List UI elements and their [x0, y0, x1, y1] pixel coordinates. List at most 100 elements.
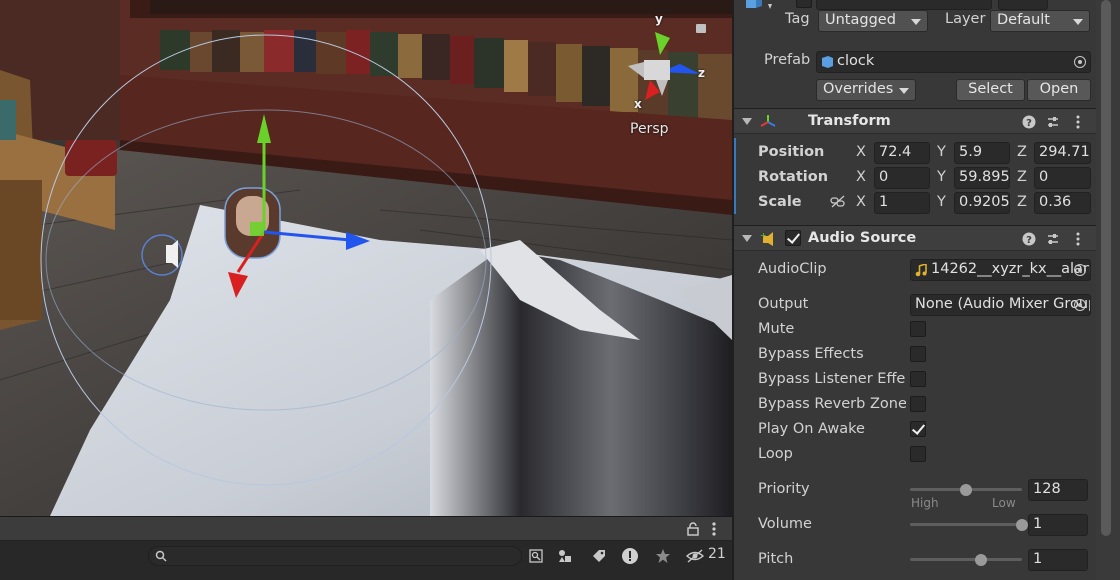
static-field[interactable] [998, 0, 1048, 10]
gameobject-name-field[interactable] [816, 0, 992, 10]
gizmo-z-label[interactable]: z [698, 66, 705, 80]
lock-icon[interactable] [686, 522, 700, 536]
transform-axes-icon [760, 115, 776, 127]
volume-slider-track[interactable] [910, 523, 1022, 526]
transform-header[interactable]: Transform ? [734, 108, 1120, 134]
persp-label[interactable]: Persp [630, 121, 669, 137]
priority-field[interactable]: 128 [1028, 479, 1088, 501]
audio-clip-icon [915, 264, 927, 277]
search-input[interactable] [148, 546, 522, 566]
pitch-field[interactable]: 1 [1028, 549, 1088, 571]
hidden-eye-icon[interactable] [684, 546, 706, 566]
mute-checkbox[interactable] [910, 321, 926, 337]
bypass-listener-effects-label: Bypass Listener Effects [758, 371, 906, 387]
scale-label: Scale [758, 194, 802, 210]
preset-sliders-icon[interactable] [1046, 115, 1060, 129]
audio-source-title: Audio Source [808, 230, 917, 246]
rotation-x-axis[interactable]: X [856, 169, 866, 185]
output-value: None (Audio Mixer Group) [915, 296, 1091, 312]
position-x-field[interactable]: 72.4 [874, 142, 930, 164]
loop-label: Loop [758, 446, 793, 462]
label-tag-icon[interactable] [588, 546, 610, 566]
scale-x-field[interactable]: 1 [874, 192, 930, 214]
prefab-value: clock [837, 53, 875, 69]
rotation-z-axis[interactable]: Z [1017, 169, 1027, 185]
gameobject-cube-icon [746, 0, 772, 9]
hidden-count: 21 [708, 546, 726, 562]
help-icon[interactable]: ? [1022, 115, 1036, 129]
bypass-reverb-zones-checkbox[interactable] [910, 396, 926, 412]
rotation-y-axis[interactable]: Y [937, 169, 946, 185]
inspector-panel: Tag Untagged Layer Default Prefab clock … [732, 0, 1120, 580]
scale-z-field[interactable]: 0.36 [1034, 192, 1091, 214]
rotation-x-field[interactable]: 0 [874, 167, 930, 189]
pitch-slider-track[interactable] [910, 558, 1022, 561]
position-label: Position [758, 144, 825, 160]
warning-icon[interactable] [619, 546, 641, 566]
overrides-dropdown[interactable]: Overrides [816, 79, 916, 101]
scale-z-axis[interactable]: Z [1017, 194, 1027, 210]
rotation-y-field[interactable]: 59.895 [954, 167, 1010, 189]
bypass-effects-checkbox[interactable] [910, 346, 926, 362]
tag-dropdown[interactable]: Untagged [818, 10, 928, 32]
search-by-type-icon[interactable] [525, 546, 547, 566]
scene-render [0, 0, 732, 516]
position-y-axis[interactable]: Y [937, 144, 946, 160]
object-picker-icon[interactable] [1074, 264, 1086, 276]
more-options-icon[interactable] [708, 522, 720, 536]
scene-view[interactable]: Persp y z x [0, 0, 732, 516]
scale-x-axis[interactable]: X [856, 194, 866, 210]
layer-value: Default [997, 12, 1050, 28]
bypass-reverb-zones-label: Bypass Reverb Zones [758, 396, 906, 412]
prefab-cube-icon [822, 56, 833, 68]
preset-sliders-icon[interactable] [1046, 232, 1060, 246]
prefab-field[interactable]: clock [816, 51, 1091, 73]
search-icon [155, 550, 167, 562]
select-button[interactable]: Select [956, 79, 1025, 101]
favorite-star-icon[interactable] [652, 546, 674, 566]
scale-y-axis[interactable]: Y [937, 194, 946, 210]
audioclip-field[interactable]: 14262__xyzr_kx__alarm [910, 259, 1091, 281]
position-z-axis[interactable]: Z [1017, 144, 1027, 160]
rotation-label: Rotation [758, 169, 829, 185]
position-z-field[interactable]: 294.71 [1034, 142, 1091, 164]
layer-dropdown[interactable]: Default [990, 10, 1090, 32]
play-on-awake-checkbox[interactable] [910, 421, 926, 437]
gizmo-x-label[interactable]: x [634, 97, 642, 111]
inspector-scrollbar[interactable] [1096, 0, 1120, 580]
overrides-label: Overrides [823, 81, 894, 97]
loop-checkbox[interactable] [910, 446, 926, 462]
scale-y-field[interactable]: 0.9205 [954, 192, 1010, 214]
audio-source-header[interactable]: + Audio Source ? [734, 225, 1120, 251]
foldout-arrow-icon[interactable] [742, 235, 752, 242]
constrain-proportions-link-icon[interactable] [830, 195, 846, 209]
priority-label: Priority [758, 481, 810, 497]
output-field[interactable]: None (Audio Mixer Group) [910, 294, 1091, 316]
inspector-scrollbar-thumb[interactable] [1101, 0, 1111, 536]
object-picker-icon[interactable] [1074, 56, 1086, 68]
component-menu-icon[interactable] [1074, 115, 1082, 129]
audio-source-enabled-checkbox[interactable] [785, 230, 801, 246]
position-y-field[interactable]: 5.9 [954, 142, 1010, 164]
position-x-axis[interactable]: X [856, 144, 866, 160]
pitch-label: Pitch [758, 551, 794, 567]
priority-slider-thumb[interactable] [960, 484, 972, 496]
object-picker-icon[interactable] [1074, 299, 1086, 311]
audioclip-value: 14262__xyzr_kx__alarm [931, 261, 1091, 277]
help-icon[interactable]: ? [1022, 232, 1036, 246]
foldout-arrow-icon[interactable] [742, 118, 752, 125]
volume-field[interactable]: 1 [1028, 514, 1088, 536]
gizmo-y-label[interactable]: y [655, 12, 663, 26]
mute-label: Mute [758, 321, 795, 337]
audio-source-icon: + [760, 231, 773, 246]
pitch-slider-thumb[interactable] [974, 554, 987, 566]
gameobject-active-checkbox[interactable] [796, 0, 812, 8]
priority-high-label: High [911, 496, 939, 510]
volume-label: Volume [758, 516, 812, 532]
volume-slider-thumb[interactable] [1016, 519, 1028, 531]
component-menu-icon[interactable] [1074, 232, 1082, 246]
rotation-z-field[interactable]: 0 [1034, 167, 1091, 189]
bypass-listener-effects-checkbox[interactable] [910, 371, 926, 387]
filter-by-type-icon[interactable] [554, 546, 576, 566]
open-button[interactable]: Open [1027, 79, 1091, 101]
